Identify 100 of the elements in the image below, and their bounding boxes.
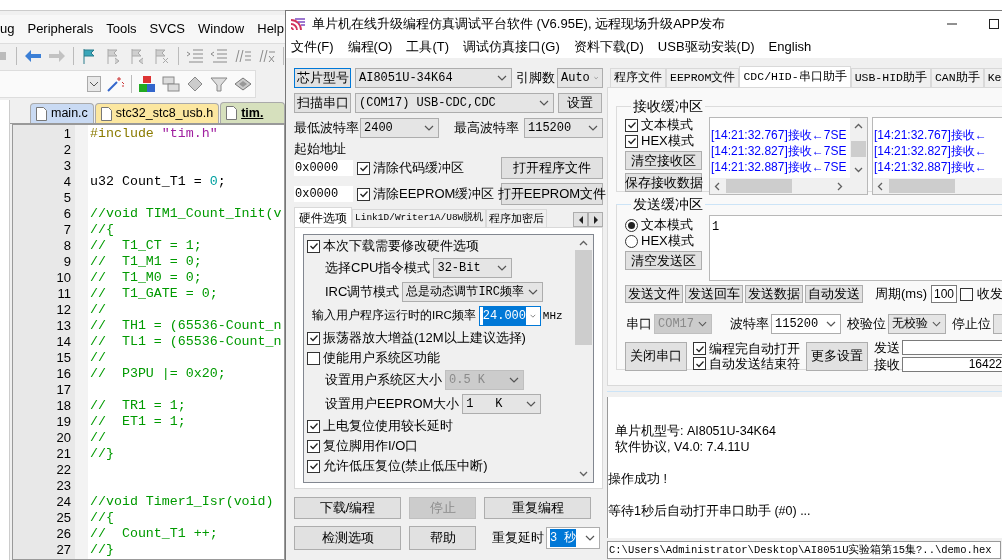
code-line: // xyxy=(89,430,106,446)
line-number: 24 xyxy=(56,494,71,510)
menu-item[interactable]: 调试仿真接口(G) xyxy=(463,37,560,57)
send-button[interactable]: 发送回车 xyxy=(685,285,743,303)
action-button[interactable]: 重复编程 xyxy=(484,497,591,519)
tab[interactable]: 程序加密后 xyxy=(486,209,548,227)
option-label: 设置用户EEPROM大小 xyxy=(325,395,460,414)
send-text-area[interactable]: 1 xyxy=(709,215,1002,281)
menu-item[interactable]: SVCS xyxy=(149,19,185,39)
baud-dropdown[interactable]: 2400 xyxy=(360,118,439,138)
line-number: 26 xyxy=(56,526,71,542)
log-line: 操作成功 ! xyxy=(608,471,668,487)
action-button[interactable]: 检测选项 xyxy=(294,526,401,550)
line-number: 23 xyxy=(56,478,71,494)
send-button[interactable]: 发送文件 xyxy=(625,285,683,303)
pin-count-dropdown[interactable]: Auto xyxy=(557,68,603,88)
chip-dropdown[interactable]: AI8051U-34K64 xyxy=(355,68,512,88)
line-number: 3 xyxy=(63,158,71,174)
option-label: 收发 xyxy=(977,285,1002,304)
menu-item[interactable]: 资料下载(D) xyxy=(573,37,644,57)
more-settings-button[interactable]: 更多设置 xyxy=(806,341,868,371)
clear-send-button[interactable]: 清空发送区 xyxy=(625,251,702,270)
tab[interactable]: 程序文件 xyxy=(610,68,666,87)
menu-item[interactable]: USB驱动安装(D) xyxy=(657,37,755,57)
send-button[interactable]: 自动发送 xyxy=(805,285,863,303)
file-tab[interactable]: tim. xyxy=(220,102,285,123)
menu-item[interactable]: 编程(O) xyxy=(347,37,393,57)
code-line: // xyxy=(89,302,106,318)
period-field[interactable]: 100 xyxy=(931,285,957,303)
label: 最低波特率 xyxy=(294,119,359,138)
code-line: //{ xyxy=(89,510,114,526)
label: 接收 xyxy=(874,355,900,374)
code-line: // TR1 = 1; xyxy=(89,398,186,414)
code-line: // T1_GATE = 0; xyxy=(89,286,218,302)
option-label: 选择CPU指令模式 xyxy=(325,259,431,278)
file-tab[interactable]: main.c xyxy=(30,103,94,123)
code-line: //void Timer1_Isr(void) xyxy=(89,494,274,510)
option-label: 清除代码缓冲区 xyxy=(373,159,464,178)
open-file-button[interactable]: 打开程序文件 xyxy=(501,157,603,179)
option-label: IRC调节模式 xyxy=(325,283,400,302)
menu-item[interactable]: Tools xyxy=(106,19,137,39)
menu-item[interactable]: 工具(T) xyxy=(406,37,449,57)
label: 引脚数 xyxy=(516,69,555,88)
file-path-field[interactable]: C:\Users\Administrator\Desktop\AI8051U实验箱第15集?..\demo.hex xyxy=(607,541,1001,559)
line-number: 6 xyxy=(63,206,71,222)
option-label: 自动发送结束符 xyxy=(709,355,800,373)
action-button[interactable]: 帮助 xyxy=(409,526,476,550)
label: 校验位 xyxy=(847,315,886,334)
tab[interactable]: USB-HID助手 xyxy=(850,68,931,87)
option-label: 文本模式 xyxy=(641,216,693,234)
tab[interactable]: EEPROM文件 xyxy=(666,68,740,87)
tab[interactable]: 硬件选项 xyxy=(294,207,352,227)
line-number: 4 xyxy=(63,174,71,190)
line-number: 11 xyxy=(57,286,71,302)
option-label: 本次下载需要修改硬件选项 xyxy=(323,237,479,256)
code-line: #include "tim.h" xyxy=(89,126,218,142)
tab[interactable]: CAN助手 xyxy=(930,68,984,87)
chip-model-button[interactable]: 芯片型号 xyxy=(294,68,351,88)
line-number: 2 xyxy=(63,142,71,158)
receive-button[interactable]: 保存接收数据 xyxy=(625,173,702,192)
option-dropdown[interactable]: 1 K xyxy=(462,394,542,414)
file-tab[interactable]: stc32_stc8_usb.h xyxy=(94,103,220,123)
log-line: 软件协议, V4.0: 7.4.11U xyxy=(613,439,751,455)
address-field[interactable]: 0x0000 xyxy=(294,160,353,176)
code-line: // TL1 = (65536-Count_n xyxy=(89,334,282,350)
scan-port-button[interactable]: 扫描串口 xyxy=(294,93,351,113)
group-title: 接收缓冲区 xyxy=(632,97,704,116)
close-port-button[interactable]: 关闭串口 xyxy=(625,341,687,371)
code-line: // ET1 = 1; xyxy=(89,414,186,430)
line-number: 13 xyxy=(56,318,71,334)
menu-item[interactable]: Peripherals xyxy=(27,19,94,39)
line-number: 5 xyxy=(63,190,71,206)
settings-button[interactable]: 设置 xyxy=(558,93,602,113)
serial-dropdown[interactable]: 115200 xyxy=(771,314,841,334)
line-number: 17 xyxy=(56,382,71,398)
serial-dropdown[interactable]: 无校验 xyxy=(888,314,946,334)
option-dropdown[interactable]: 32-Bit xyxy=(433,258,513,278)
menu-item[interactable]: 文件(F) xyxy=(291,37,334,57)
option-dropdown[interactable]: 总是动态调节IRC频率 xyxy=(402,282,543,302)
log-line: [14:21:32.827]接收← xyxy=(874,143,988,159)
line-number: 1 xyxy=(63,126,71,142)
baud-dropdown[interactable]: 115200 xyxy=(524,118,603,138)
code-line: //void TIM1_Count_Init(v xyxy=(89,206,282,222)
action-button[interactable]: 下载/编程 xyxy=(294,497,401,519)
tab[interactable]: CDC/HID-串口助手 xyxy=(739,66,851,87)
label: 最高波特率 xyxy=(454,119,519,138)
line-number: 15 xyxy=(56,350,71,366)
delay-dropdown[interactable]: 3 秒 xyxy=(546,527,600,549)
menu-item[interactable]: Window xyxy=(198,19,245,39)
send-button[interactable]: 发送数据 xyxy=(745,285,803,303)
receive-button[interactable]: 清空接收区 xyxy=(625,151,702,170)
menu-item[interactable]: Help xyxy=(257,19,284,39)
tab[interactable]: Link1D/Writer1A/U8W脱机 xyxy=(352,209,487,227)
menu-item[interactable]: ug xyxy=(0,19,15,39)
menu-item[interactable]: English xyxy=(768,37,812,57)
frequency-combo[interactable]: 24.000 xyxy=(478,306,541,326)
port-dropdown[interactable]: (COM17) USB-CDC,CDC xyxy=(355,93,554,113)
address-field[interactable]: 0x0000 xyxy=(294,186,353,202)
code-line: // xyxy=(89,350,106,366)
label: 波特率 xyxy=(730,315,769,334)
